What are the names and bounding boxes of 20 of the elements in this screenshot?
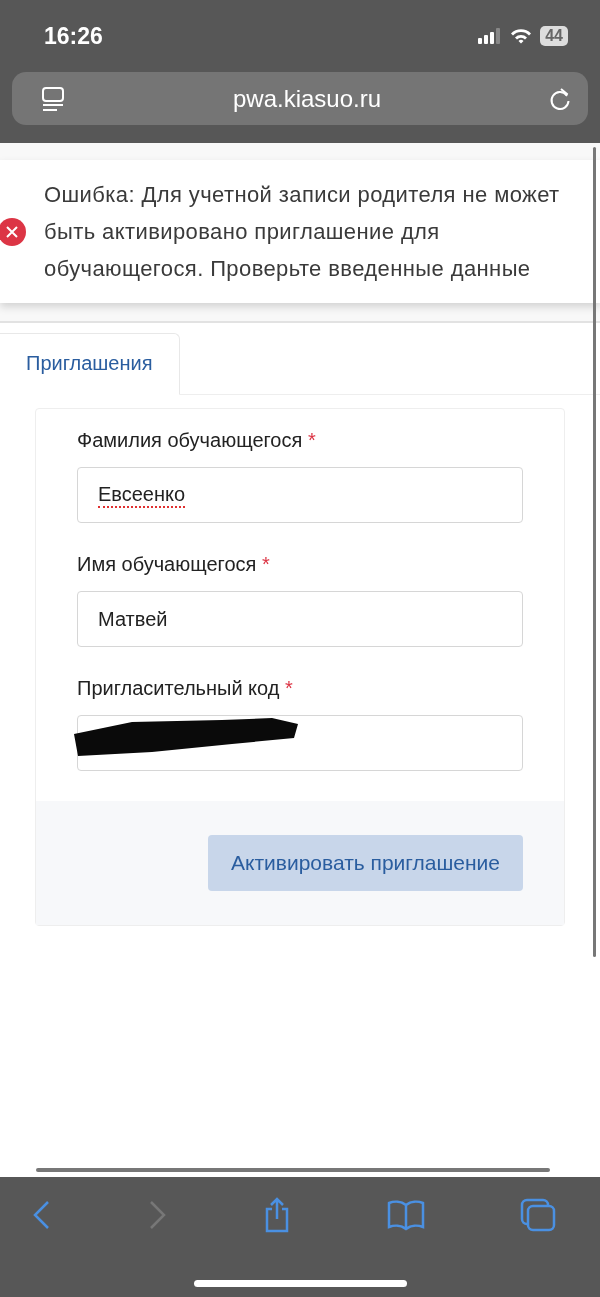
status-time: 16:26 (44, 22, 103, 50)
battery-icon: 44 (540, 26, 568, 46)
field-label: Пригласительный код * (77, 677, 294, 700)
book-icon[interactable] (387, 1199, 425, 1231)
wifi-icon (510, 28, 533, 44)
input-field[interactable]: Матвей (77, 591, 523, 647)
reload-icon[interactable] (548, 85, 572, 112)
error-message: Ошибка: Для учетной записи родителя не может быть активировано приглашение для обучающегося. Проверьте введенные данные (44, 181, 561, 283)
field-label: Имя обучающегося * (77, 553, 271, 576)
reader-icon[interactable] (40, 85, 66, 112)
url-text: pwa.kiasuo.ru (232, 84, 382, 113)
back-icon[interactable] (32, 1199, 52, 1231)
tab[interactable]: Приглашения (0, 333, 180, 395)
tabs-icon[interactable] (520, 1198, 556, 1232)
address-bar[interactable]: pwa.kiasuo.ru (12, 72, 588, 125)
input-field[interactable] (77, 715, 523, 771)
field-label: Фамилия обучающегося * (77, 429, 317, 452)
signal-icon (478, 28, 503, 44)
activate-invitation-button[interactable]: Активировать приглашение (208, 835, 523, 891)
input-field[interactable]: Евсеенко (77, 467, 523, 523)
